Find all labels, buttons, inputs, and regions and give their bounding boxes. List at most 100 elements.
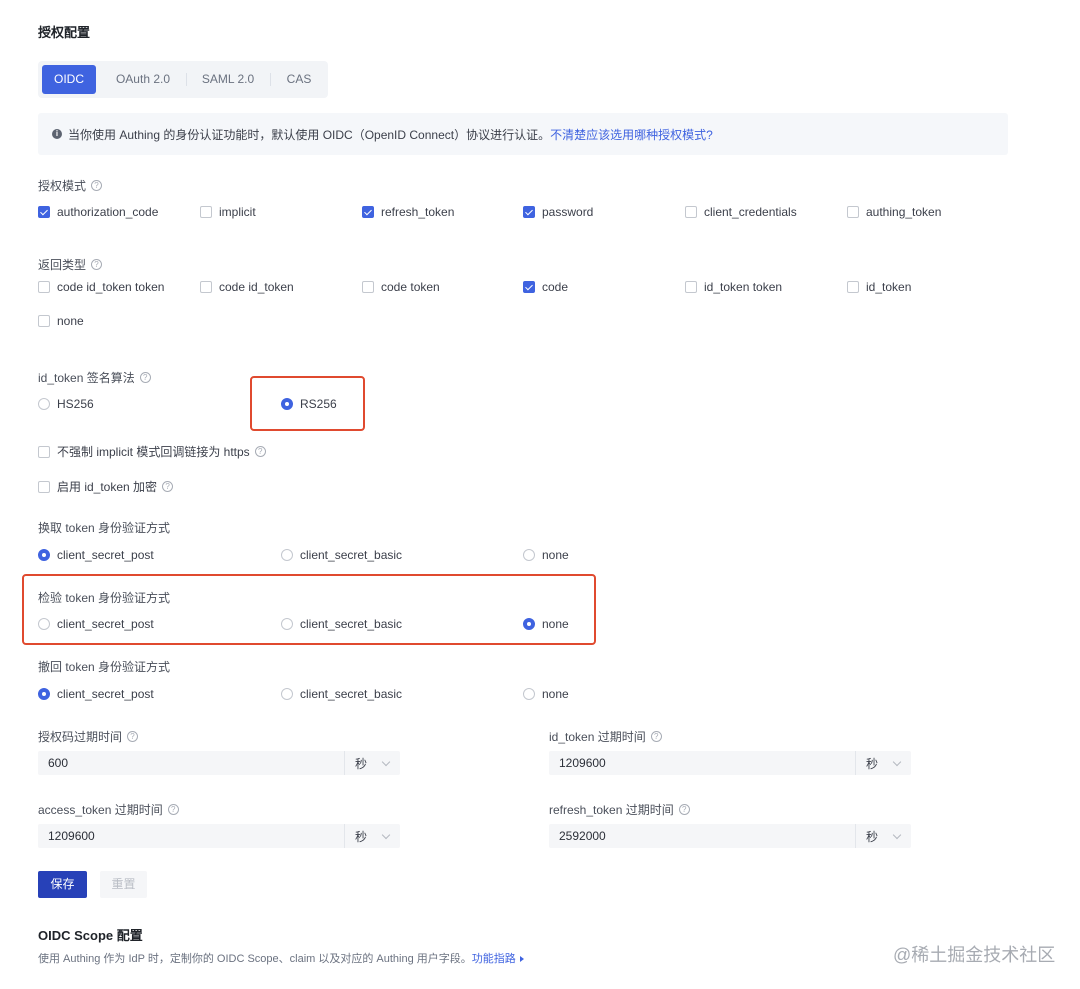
unit-select[interactable]: 秒 <box>344 824 400 848</box>
highlight-box <box>22 574 596 645</box>
access-token-expiry-input[interactable]: 1209600 秒 <box>38 824 400 848</box>
radio-revoke-none[interactable]: none <box>523 687 569 701</box>
help-icon[interactable]: ? <box>650 731 662 742</box>
scope-section-title: OIDC Scope 配置 <box>38 928 143 943</box>
radio-selected-icon <box>38 688 50 700</box>
checkbox-password[interactable]: password <box>523 205 593 219</box>
option-label: client_credentials <box>704 205 797 219</box>
unit-value: 秒 <box>355 829 368 844</box>
access-token-expiry-value[interactable]: 1209600 <box>38 829 344 843</box>
checkbox-implicit-https[interactable]: 不强制 implicit 模式回调链接为 https? <box>38 443 266 460</box>
radio-selected-icon <box>523 618 535 630</box>
tab-saml2[interactable]: SAML 2.0 <box>190 65 266 94</box>
protocol-tabs: OIDC OAuth 2.0 SAML 2.0 CAS <box>38 61 328 98</box>
option-label: code id_token token <box>57 280 165 294</box>
option-label: client_secret_basic <box>300 617 403 631</box>
radio-selected-icon <box>281 398 293 410</box>
help-icon[interactable]: ? <box>139 372 151 383</box>
notice-help-link[interactable]: 不清楚应该选用哪种授权模式? <box>550 126 713 143</box>
help-icon[interactable]: ? <box>167 804 179 815</box>
checkbox-icon <box>38 315 50 327</box>
radio-introspect-client-secret-post[interactable]: client_secret_post <box>38 617 154 631</box>
radio-icon <box>38 618 50 630</box>
id-token-expiry-input[interactable]: 1209600 秒 <box>549 751 911 775</box>
help-icon[interactable]: ? <box>254 446 266 457</box>
info-icon: i <box>52 129 62 139</box>
option-label: client_secret_basic <box>300 548 403 562</box>
option-label: none <box>57 314 84 328</box>
access-token-expiry-label-text: access_token 过期时间 <box>38 803 163 817</box>
help-icon[interactable]: ? <box>162 481 174 492</box>
checkbox-id-token-encrypt[interactable]: 启用 id_token 加密? <box>38 478 174 495</box>
option-label: client_secret_post <box>57 617 154 631</box>
checkbox-code-id-token[interactable]: code id_token <box>200 280 294 294</box>
revocation-auth-label: 撤回 token 身份验证方式 <box>38 660 171 674</box>
info-notice: i 当你使用 Authing 的身份认证功能时，默认使用 OIDC（OpenID… <box>38 113 1008 155</box>
refresh-token-expiry-input[interactable]: 2592000 秒 <box>549 824 911 848</box>
checkbox-client-credentials[interactable]: client_credentials <box>685 205 797 219</box>
scope-guide-link[interactable]: 功能指路 <box>472 953 516 965</box>
unit-select[interactable]: 秒 <box>855 751 911 775</box>
checkbox-icon <box>685 281 697 293</box>
radio-token-client-secret-post[interactable]: client_secret_post <box>38 548 154 562</box>
radio-hs256[interactable]: HS256 <box>38 397 94 411</box>
option-label: 启用 id_token 加密 <box>57 480 158 494</box>
option-label: RS256 <box>300 397 337 411</box>
grant-types-label-text: 授权模式 <box>38 179 87 193</box>
help-icon[interactable]: ? <box>678 804 690 815</box>
checkbox-icon <box>847 281 859 293</box>
option-label: none <box>542 687 569 701</box>
radio-introspect-client-secret-basic[interactable]: client_secret_basic <box>281 617 402 631</box>
tab-divider <box>270 73 271 86</box>
help-icon[interactable]: ? <box>127 731 139 742</box>
unit-select[interactable]: 秒 <box>344 751 400 775</box>
radio-icon <box>281 618 293 630</box>
radio-introspect-none[interactable]: none <box>523 617 569 631</box>
scope-description-text: 使用 Authing 作为 IdP 时，定制你的 OIDC Scope、clai… <box>38 953 472 965</box>
access-token-expiry-label: access_token 过期时间? <box>38 801 179 818</box>
checkbox-icon <box>38 281 50 293</box>
code-expiry-value[interactable]: 600 <box>38 756 344 770</box>
chevron-down-icon <box>892 757 902 766</box>
code-expiry-input[interactable]: 600 秒 <box>38 751 400 775</box>
id-token-expiry-label: id_token 过期时间? <box>549 728 662 745</box>
page-title: 授权配置 <box>38 25 91 40</box>
chevron-down-icon <box>381 757 391 766</box>
option-label: client_secret_post <box>57 687 154 701</box>
checkbox-icon <box>847 206 859 218</box>
checkbox-implicit[interactable]: implicit <box>200 205 256 219</box>
checkbox-refresh-token[interactable]: refresh_token <box>362 205 454 219</box>
radio-revoke-client-secret-basic[interactable]: client_secret_basic <box>281 687 402 701</box>
option-label: client_secret_basic <box>300 687 403 701</box>
checkbox-code-id-token-token[interactable]: code id_token token <box>38 280 164 294</box>
radio-token-client-secret-basic[interactable]: client_secret_basic <box>281 548 402 562</box>
id-token-expiry-value[interactable]: 1209600 <box>549 756 855 770</box>
checkbox-checked-icon <box>38 206 50 218</box>
tab-cas[interactable]: CAS <box>274 65 324 94</box>
tab-divider <box>186 73 187 86</box>
help-icon[interactable]: ? <box>91 259 103 270</box>
response-types-label-text: 返回类型 <box>38 258 87 272</box>
tab-oauth2[interactable]: OAuth 2.0 <box>104 65 182 94</box>
checkbox-code-token[interactable]: code token <box>362 280 440 294</box>
help-icon[interactable]: ? <box>91 180 103 191</box>
checkbox-id-token[interactable]: id_token <box>847 280 911 294</box>
grant-types-label: 授权模式? <box>38 177 103 194</box>
checkbox-id-token-token[interactable]: id_token token <box>685 280 782 294</box>
refresh-token-expiry-value[interactable]: 2592000 <box>549 829 855 843</box>
unit-value: 秒 <box>355 756 368 771</box>
option-label: client_secret_post <box>57 548 154 562</box>
radio-revoke-client-secret-post[interactable]: client_secret_post <box>38 687 154 701</box>
checkbox-authing-token[interactable]: authing_token <box>847 205 941 219</box>
checkbox-checked-icon <box>523 206 535 218</box>
checkbox-authorization-code[interactable]: authorization_code <box>38 205 158 219</box>
checkbox-none[interactable]: none <box>38 314 84 328</box>
unit-select[interactable]: 秒 <box>855 824 911 848</box>
radio-token-none[interactable]: none <box>523 548 569 562</box>
reset-button[interactable]: 重置 <box>100 871 147 898</box>
option-label: code id_token <box>219 280 294 294</box>
radio-rs256[interactable]: RS256 <box>281 397 337 411</box>
checkbox-code[interactable]: code <box>523 280 568 294</box>
save-button[interactable]: 保存 <box>38 871 87 898</box>
tab-oidc[interactable]: OIDC <box>42 65 96 94</box>
